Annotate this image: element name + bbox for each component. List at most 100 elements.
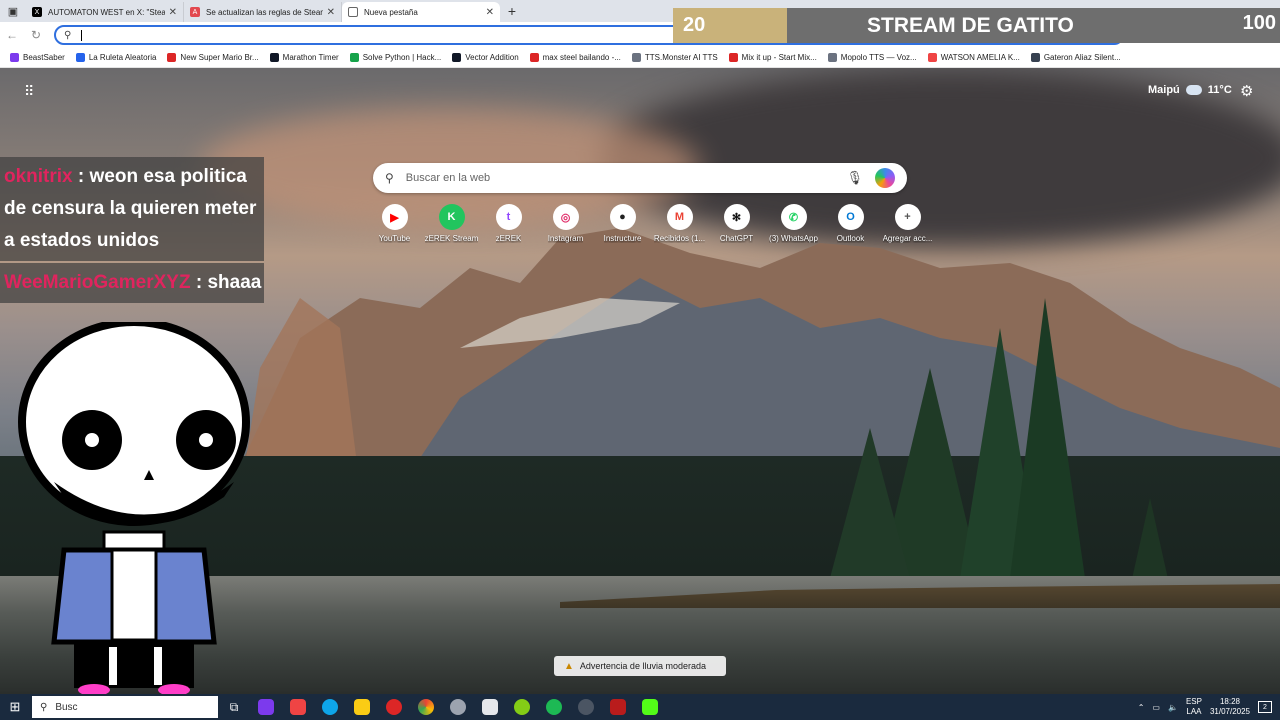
gear-icon[interactable]: ⚙: [1240, 82, 1253, 100]
shortcut-zerek-stream[interactable]: KzEREK Stream: [423, 204, 480, 243]
chat-username: oknitrix: [4, 166, 73, 187]
shortcut-gmail[interactable]: M Recibidos (1...: [651, 204, 708, 243]
shortcut-label: (3) WhatsApp: [769, 234, 818, 243]
volume-icon[interactable]: 🔈: [1168, 703, 1178, 712]
spotify-icon[interactable]: [538, 694, 570, 720]
shell-app-icon[interactable]: [442, 694, 474, 720]
taskbar-search[interactable]: ⚲ Busc: [32, 696, 218, 718]
shortcut-label: Recibidos (1...: [653, 234, 706, 243]
bookmark-icon: [631, 53, 641, 62]
tab-steam-rules[interactable]: A Se actualizan las reglas de Steam ✕: [184, 2, 342, 22]
bookmark-label: max steel bailando -...: [542, 53, 621, 62]
bookmark-icon: [167, 53, 177, 62]
tab-actions-icon[interactable]: ▣: [0, 0, 26, 22]
media-app-icon[interactable]: [282, 694, 314, 720]
clock-time: 18:28: [1219, 697, 1240, 706]
alert-text: Advertencia de lluvia moderada: [579, 661, 706, 671]
new-tab-button[interactable]: +: [500, 0, 524, 22]
edge-icon[interactable]: [314, 694, 346, 720]
bookmark-icon: [1030, 53, 1040, 62]
bookmark-item[interactable]: TTS.Monster AI TTS: [631, 53, 718, 62]
bookmark-item[interactable]: max steel bailando -...: [529, 53, 621, 62]
shortcut-label: Agregar acc...: [882, 234, 933, 243]
bookmark-item[interactable]: New Super Mario Br...: [167, 53, 259, 62]
chrome-icon[interactable]: [410, 694, 442, 720]
stream-right-counter: 100: [1242, 12, 1276, 34]
clock[interactable]: 18:28 31/07/2025: [1210, 697, 1250, 717]
bookmark-label: Marathon Timer: [282, 53, 339, 62]
gmail-icon: M: [666, 204, 693, 230]
language-indicator[interactable]: ESP LAA: [1186, 697, 1202, 717]
bookmark-item[interactable]: Gateron Aliaz Silent...: [1030, 53, 1121, 62]
network-icon[interactable]: ▭: [1152, 703, 1160, 712]
file-explorer-icon[interactable]: [346, 694, 378, 720]
warning-icon: ▲: [564, 660, 574, 672]
tab-new-tab[interactable]: Nueva pestaña ✕: [342, 2, 500, 22]
web-search-box[interactable]: ⚲ Buscar en la web 🎙: [373, 163, 907, 193]
bookmark-item[interactable]: Solve Python | Hack...: [349, 53, 441, 62]
keyboard-layout: LAA: [1186, 707, 1202, 716]
shortcut-add[interactable]: + Agregar acc...: [879, 204, 936, 243]
shortcut-outlook[interactable]: O Outlook: [822, 204, 879, 243]
bookmark-item[interactable]: Mopolo TTS — Voz...: [827, 53, 917, 62]
tab-title: Nueva pestaña: [364, 7, 418, 17]
bookmark-item[interactable]: Mix it up - Start Mix...: [728, 53, 817, 62]
close-icon[interactable]: ✕: [169, 7, 177, 18]
shortcut-youtube[interactable]: ▶ YouTube: [366, 204, 423, 243]
chat-username: WeeMarioGamerXYZ: [4, 272, 191, 293]
shortcut-label: Instagram: [547, 234, 584, 243]
bookmark-icon: [10, 53, 19, 62]
close-icon[interactable]: ✕: [327, 7, 335, 18]
shortcut-instagram[interactable]: ◎ Instagram: [537, 204, 594, 243]
bookmark-label: BeastSaber: [23, 53, 65, 62]
game-app-icon[interactable]: [602, 694, 634, 720]
apps-grid-icon[interactable]: ⠿: [24, 83, 34, 100]
search-icon: ⚲: [385, 171, 394, 185]
kick-app-icon[interactable]: [634, 694, 666, 720]
reload-icon[interactable]: ↻: [24, 22, 48, 48]
shortcut-label: YouTube: [378, 234, 411, 243]
copilot-app-icon[interactable]: [250, 694, 282, 720]
system-tray: ⌃ ▭ 🔈 ESP LAA 18:28 31/07/2025 2: [1138, 697, 1280, 717]
steam-icon[interactable]: [570, 694, 602, 720]
bookmark-icon: [452, 53, 462, 62]
weather-alert[interactable]: ▲ Advertencia de lluvia moderada: [554, 656, 726, 676]
sans-skeleton-avatar: [18, 322, 250, 694]
shortcut-label: zEREK: [495, 234, 522, 243]
bookmark-item[interactable]: WATSON AMELIA K...: [927, 53, 1020, 62]
task-view-icon[interactable]: ⧉: [218, 694, 250, 720]
xbox-icon[interactable]: [506, 694, 538, 720]
tab-title: AUTOMATON WEST en X: "Steam: [48, 7, 165, 17]
bookmark-item[interactable]: BeastSaber: [10, 53, 65, 62]
kick-icon: K: [438, 204, 465, 230]
windows-start-icon[interactable]: ⊞: [0, 694, 30, 720]
notification-icon[interactable]: 2: [1258, 701, 1272, 713]
bookmark-item[interactable]: Vector Addition: [452, 53, 519, 62]
shortcut-label: Instructure: [603, 234, 642, 243]
bookmark-label: Mopolo TTS — Voz...: [840, 53, 917, 62]
shortcut-whatsapp[interactable]: ✆ (3) WhatsApp: [765, 204, 822, 243]
search-placeholder[interactable]: Buscar en la web: [406, 172, 847, 184]
chevron-up-icon[interactable]: ⌃: [1138, 703, 1145, 712]
bookmark-icon: [529, 53, 539, 62]
text-caret: [81, 29, 83, 41]
weather-widget[interactable]: Maipú 11°C: [1148, 84, 1232, 96]
tab-automaton-x[interactable]: X AUTOMATON WEST en X: "Steam ✕: [26, 2, 184, 22]
bookmark-icon: [75, 53, 85, 62]
bookmark-item[interactable]: La Ruleta Aleatoria: [75, 53, 156, 62]
weather-city: Maipú: [1148, 84, 1180, 96]
opera-icon[interactable]: [378, 694, 410, 720]
bookmark-icon: [349, 53, 359, 62]
shortcut-instructure[interactable]: ● Instructure: [594, 204, 651, 243]
copilot-icon[interactable]: [875, 168, 895, 188]
shortcut-chatgpt[interactable]: ✻ ChatGPT: [708, 204, 765, 243]
microphone-icon[interactable]: 🎙: [846, 170, 863, 186]
shortcut-label: ChatGPT: [719, 234, 754, 243]
shortcut-label: zEREK Stream: [424, 234, 479, 243]
back-arrow-icon[interactable]: ←: [0, 22, 24, 48]
bookmark-item[interactable]: Marathon Timer: [269, 53, 339, 62]
close-icon[interactable]: ✕: [486, 7, 494, 18]
shortcut-zerek[interactable]: t zEREK: [480, 204, 537, 243]
bookmark-icon: [827, 53, 837, 62]
store-icon[interactable]: [474, 694, 506, 720]
